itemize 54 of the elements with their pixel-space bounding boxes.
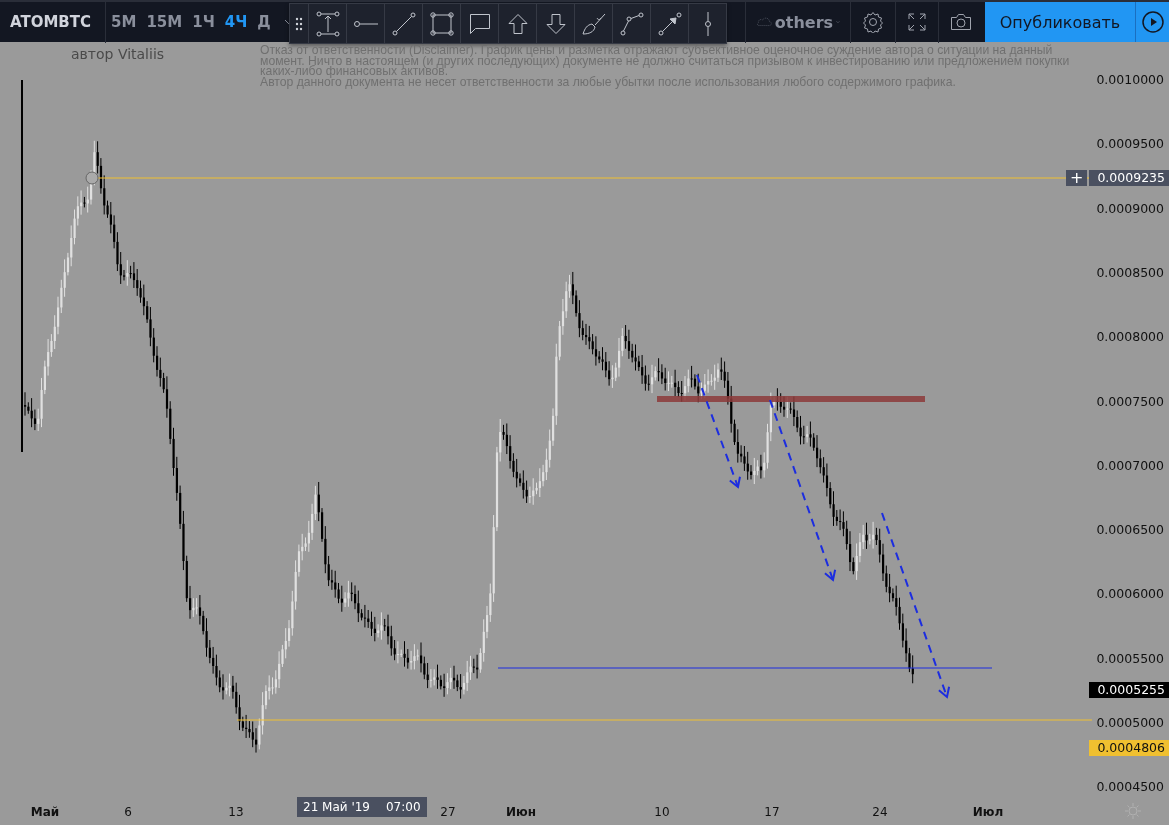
symbol-label[interactable]: ATOMBTC (0, 13, 106, 31)
add-alert-button[interactable]: + (1066, 170, 1088, 187)
price-tick: 0.0010000 (1096, 72, 1164, 87)
interval-tab[interactable]: Д (252, 13, 276, 31)
interval-tab[interactable]: 5M (106, 13, 142, 31)
settings-icon[interactable] (862, 11, 884, 33)
time-tick: Июл (972, 805, 1004, 819)
price-tick: 0.0004500 (1096, 779, 1164, 795)
price-tick: 0.0005000 (1096, 715, 1164, 730)
vertical-line-icon[interactable] (703, 10, 712, 37)
time-tick: 27 (440, 805, 456, 819)
price-tick: 0.0006500 (1096, 522, 1164, 538)
horizontal-line-icon[interactable] (352, 18, 379, 29)
time-tick: 17 (764, 805, 780, 819)
trend-line-icon[interactable] (391, 11, 416, 36)
arrow-line-icon[interactable] (657, 11, 682, 36)
price-tick: 0.0009500 (1096, 136, 1164, 152)
time-tick: 13 (228, 805, 244, 819)
time-tick: Май (30, 805, 60, 819)
interval-tab[interactable]: 1Ч (187, 13, 220, 31)
price-tick: 0.0007000 (1096, 457, 1164, 473)
price-badge: 0.0009235 (1089, 170, 1169, 187)
measure-icon[interactable] (314, 10, 341, 37)
arrow-down-icon[interactable] (544, 12, 567, 35)
camera-icon[interactable] (950, 13, 972, 31)
play-button[interactable] (1135, 2, 1169, 42)
crosshair-date: 21 Май '19 (303, 800, 370, 814)
time-tick: 24 (872, 805, 888, 819)
price-tick: 0.0009000 (1096, 200, 1164, 216)
time-tick: 6 (124, 805, 132, 819)
speech-bubble-icon[interactable] (468, 12, 491, 35)
interval-tab[interactable]: 4Ч (219, 13, 253, 31)
layout-button[interactable]: others (746, 2, 850, 42)
play-icon (1141, 11, 1164, 33)
price-tick: 0.0006000 (1096, 586, 1164, 602)
arrow-up-icon[interactable] (506, 12, 529, 35)
author-label: автор Vitaliis (71, 46, 165, 62)
crosshair-time: 07:00 (386, 800, 421, 814)
fullscreen-icon[interactable] (907, 12, 927, 32)
price-badge: 0.0005255 (1089, 682, 1169, 699)
brush-icon[interactable] (580, 11, 607, 36)
publish-button[interactable]: Опубликовать (985, 2, 1135, 42)
line-handle[interactable] (85, 171, 99, 185)
price-badge: 0.0004806 (1089, 739, 1169, 756)
price-tick: 0.0008000 (1096, 329, 1164, 345)
price-tick: 0.0007500 (1096, 393, 1164, 409)
price-tick: 0.0008500 (1096, 264, 1164, 280)
rectangle-icon[interactable] (428, 10, 455, 37)
time-tick: 10 (654, 805, 670, 819)
time-tick: Июн (506, 805, 536, 819)
price-tick: 0.0005500 (1096, 650, 1164, 666)
drag-handle-icon[interactable] (295, 16, 303, 31)
path-icon[interactable] (619, 11, 644, 36)
interval-tab[interactable]: 15M (141, 13, 188, 31)
